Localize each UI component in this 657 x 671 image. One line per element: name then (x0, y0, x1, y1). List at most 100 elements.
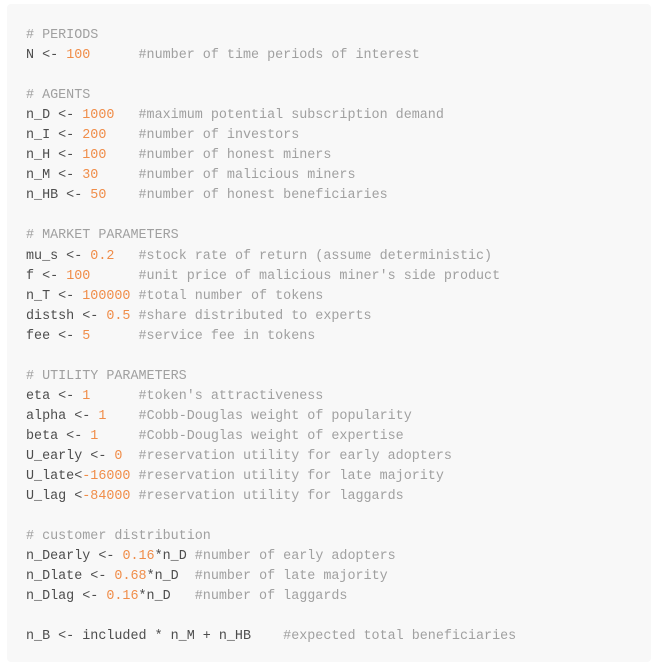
code-comment: #number of early adopters (194, 549, 396, 565)
code-text: f <- (26, 268, 67, 284)
code-line: alpha <- 1 #Cobb-Douglas weight of popul… (26, 407, 651, 427)
code-comment: #maximum potential subscription demand (138, 108, 444, 124)
code-line: U_late<-16000 #reservation utility for l… (26, 467, 651, 487)
code-number: 0.16 (122, 549, 155, 565)
code-comment: # UTILITY PARAMETERS (26, 368, 187, 384)
code-comment: #number of malicious miners (138, 168, 356, 184)
code-number: 0.68 (114, 569, 147, 585)
code-text: n_Dearly <- (26, 549, 123, 565)
code-text: n_M <- (26, 168, 83, 184)
code-text: n_HB <- (26, 188, 91, 204)
code-line: # customer distribution (26, 527, 651, 547)
code-comment: # PERIODS (26, 28, 99, 43)
code-comment: #token's attractiveness (138, 388, 324, 404)
code-comment: #Cobb-Douglas weight of popularity (138, 408, 412, 424)
code-line: beta <- 1 #Cobb-Douglas weight of expert… (26, 427, 651, 447)
code-number: 1000 (82, 108, 115, 124)
code-line: N <- 100 #number of time periods of inte… (26, 46, 651, 66)
code-text: *n_D (146, 569, 195, 585)
code-text: alpha <- (26, 408, 99, 424)
code-text: distsh <- (26, 308, 107, 324)
code-comment: #Cobb-Douglas weight of expertise (138, 428, 404, 444)
code-number: -16000 (82, 469, 131, 485)
code-text: mu_s <- (26, 248, 91, 264)
code-text: n_T <- (26, 288, 83, 304)
code-comment: # customer distribution (26, 529, 211, 545)
code-comment: #number of late majority (194, 569, 388, 585)
code-number: 0.5 (106, 308, 131, 324)
code-comment: #number of investors (138, 128, 300, 144)
code-comment: #number of laggards (194, 589, 348, 605)
code-line: U_early <- 0 #reservation utility for ea… (26, 447, 651, 467)
code-text: eta <- (26, 388, 83, 404)
code-number: 100000 (82, 288, 131, 304)
code-line: n_B <- included * n_M + n_HB #expected t… (26, 627, 651, 647)
code-number: -84000 (82, 489, 131, 505)
code-text: *n_D (138, 589, 195, 605)
code-line: n_Dlag <- 0.16*n_D #number of laggards (26, 587, 651, 607)
code-line: fee <- 5 #service fee in tokens (26, 327, 651, 347)
code-line: n_I <- 200 #number of investors (26, 126, 651, 146)
code-text: beta <- (26, 428, 91, 444)
code-text: U_late< (26, 469, 83, 485)
code-number: 100 (82, 148, 107, 164)
code-line: f <- 100 #unit price of malicious miner'… (26, 267, 651, 287)
code-number: 100 (66, 48, 91, 64)
code-comment: #stock rate of return (assume determinis… (138, 248, 493, 264)
code-line: n_HB <- 50 #number of honest beneficiari… (26, 186, 651, 206)
code-line: # UTILITY PARAMETERS (26, 367, 651, 387)
code-comment: #unit price of malicious miner's side pr… (138, 268, 501, 284)
code-text: n_H <- (26, 148, 83, 164)
code-line: n_Dlate <- 0.68*n_D #number of late majo… (26, 567, 651, 587)
code-text: U_early <- (26, 448, 115, 464)
code-number: 50 (90, 188, 107, 204)
code-comment: #number of honest miners (138, 148, 332, 164)
code-comment: # MARKET PARAMETERS (26, 228, 179, 244)
code-line: n_Dearly <- 0.16*n_D #number of early ad… (26, 547, 651, 567)
code-comment: #share distributed to experts (138, 308, 372, 324)
code-comment: #number of honest beneficiaries (138, 188, 388, 204)
code-block: # PERIODS N <- 100 #number of time period… (7, 4, 651, 662)
code-number: 200 (82, 128, 107, 144)
code-line: n_T <- 100000 #total number of tokens (26, 287, 651, 307)
code-number: 100 (66, 268, 91, 284)
code-text: n_B <- included * n_M + n_HB (26, 629, 284, 645)
code-text: *n_D (154, 549, 195, 565)
code-comment: #reservation utility for late majority (138, 469, 444, 485)
code-line: U_lag <-84000 #reservation utility for l… (26, 487, 651, 507)
code-text: n_I <- (26, 128, 83, 144)
code-comment: #service fee in tokens (138, 328, 316, 344)
code-comment: #number of time periods of interest (138, 48, 420, 64)
code-line: n_M <- 30 #number of malicious miners (26, 166, 651, 186)
code-text: n_Dlate <- (26, 569, 115, 585)
code-text: U_lag < (26, 489, 83, 505)
code-number: 0.16 (106, 589, 139, 605)
code-number: 0.2 (90, 248, 115, 264)
code-comment: #reservation utility for early adopters (138, 448, 452, 464)
code-line: n_H <- 100 #number of honest miners (26, 146, 651, 166)
code-number: 30 (82, 168, 99, 184)
code-line: distsh <- 0.5 #share distributed to expe… (26, 307, 651, 327)
code-line: n_D <- 1000 #maximum potential subscript… (26, 106, 651, 126)
code-line: eta <- 1 #token's attractiveness (26, 387, 651, 407)
code-text: N <- (26, 48, 67, 64)
code-comment: #reservation utility for laggards (138, 489, 404, 505)
